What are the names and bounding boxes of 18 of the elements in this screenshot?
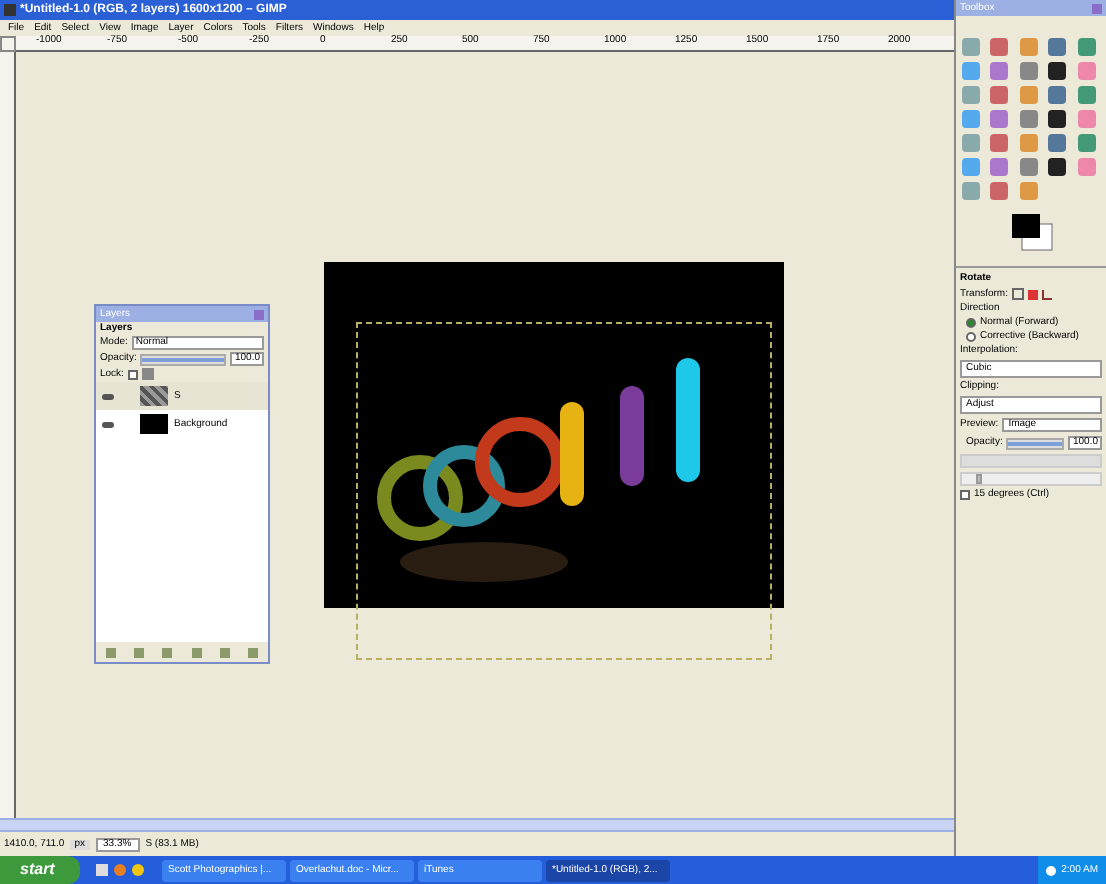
corner-button[interactable] xyxy=(0,36,16,52)
opacity-slider[interactable] xyxy=(140,353,227,365)
close-icon[interactable] xyxy=(1092,3,1102,13)
opacity-slider[interactable] xyxy=(1006,437,1065,449)
radio-button[interactable] xyxy=(966,318,976,328)
color-swatches-icon[interactable] xyxy=(1009,212,1053,252)
selection-mode-icon[interactable] xyxy=(1027,289,1038,299)
layer-thumbnail xyxy=(140,414,168,434)
layer-mode-icon[interactable] xyxy=(1011,288,1024,300)
lock-checkbox[interactable] xyxy=(127,369,138,379)
app-icon xyxy=(4,4,16,16)
start-button[interactable]: start xyxy=(0,856,80,884)
radio-button[interactable] xyxy=(966,332,976,342)
layer-thumbnail xyxy=(140,386,168,406)
close-icon[interactable] xyxy=(254,309,264,319)
slider-thumb[interactable] xyxy=(975,474,982,484)
horizontal-scrollbar[interactable] xyxy=(0,818,954,832)
checkbox[interactable] xyxy=(960,490,970,500)
